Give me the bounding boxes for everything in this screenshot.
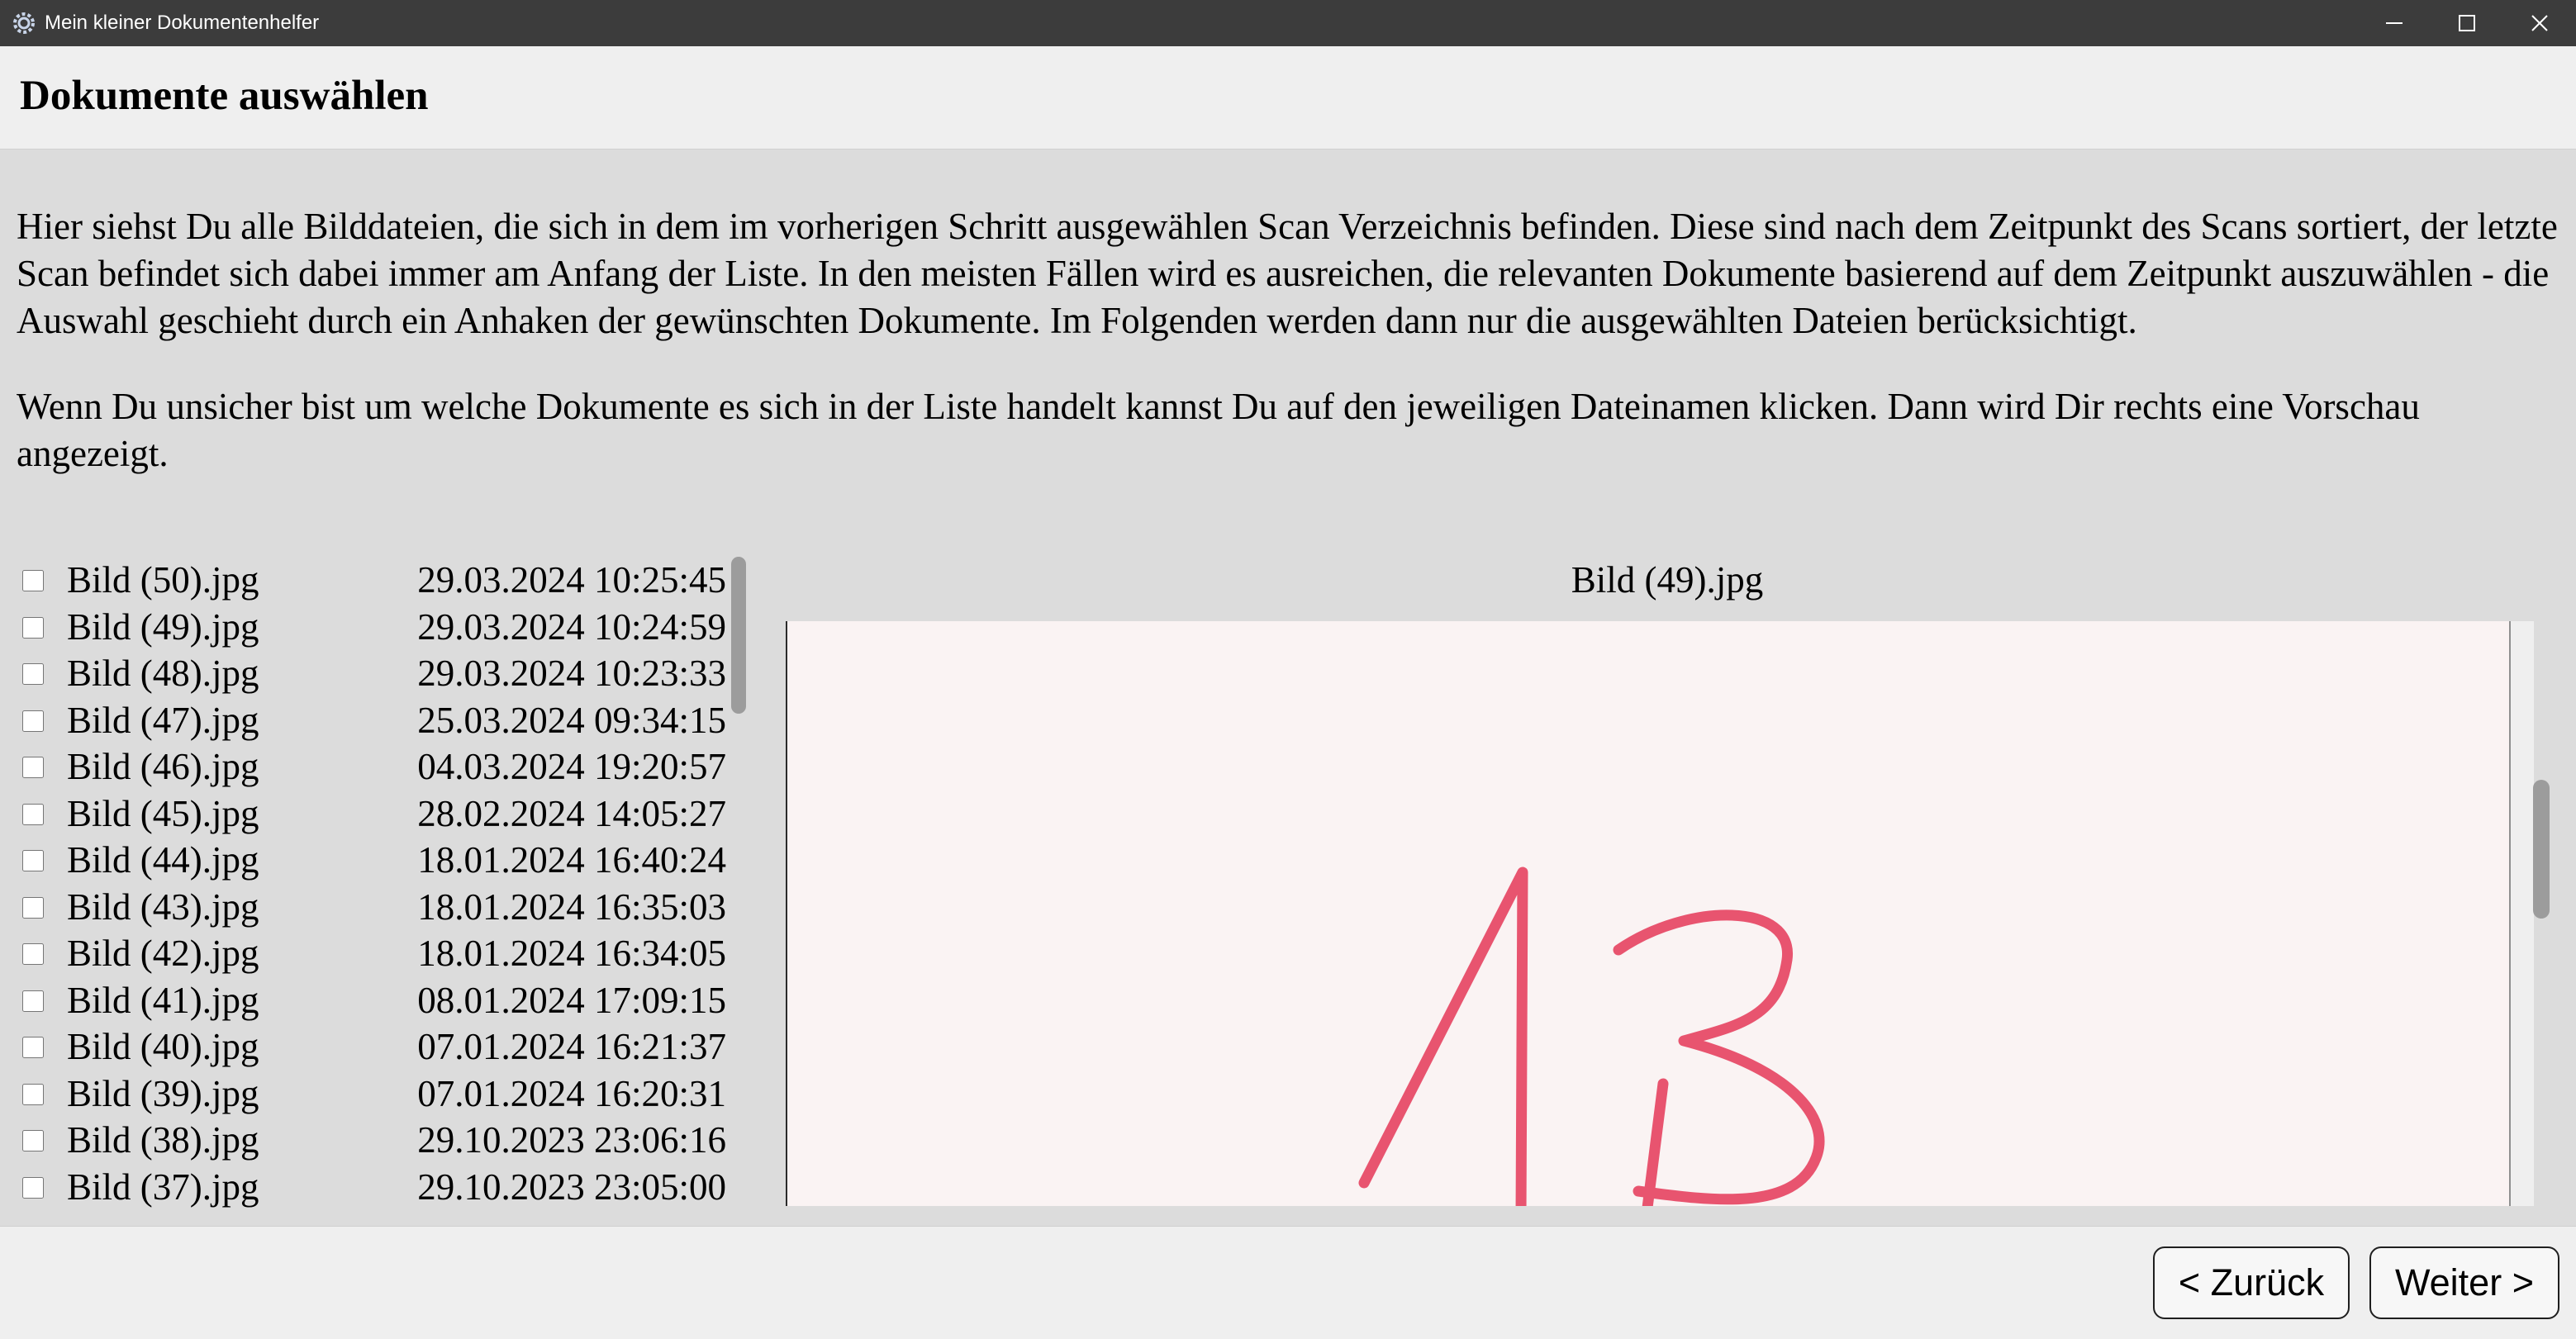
file-list-item[interactable]: Bild (44).jpg 18.01.2024 16:40:24 — [0, 837, 752, 884]
file-checkbox[interactable] — [22, 616, 44, 639]
file-date: 07.01.2024 16:20:31 — [417, 1072, 726, 1114]
file-list-item[interactable]: Bild (43).jpg 18.01.2024 16:35:03 — [0, 884, 752, 931]
intro-text: Hier siehst Du alle Bilddateien, die sic… — [17, 203, 2561, 477]
file-list-item[interactable]: Bild (38).jpg 29.10.2023 23:06:16 — [0, 1117, 752, 1164]
page-header: Dokumente auswählen — [0, 46, 2576, 150]
file-checkbox[interactable] — [22, 803, 44, 825]
file-list-item[interactable]: Bild (49).jpg 29.03.2024 10:24:59 — [0, 604, 752, 651]
file-list-item[interactable]: Bild (40).jpg 07.01.2024 16:21:37 — [0, 1023, 752, 1071]
file-checkbox[interactable] — [22, 663, 44, 685]
file-name-link[interactable]: Bild (45).jpg — [67, 791, 259, 837]
file-checkbox[interactable] — [22, 570, 44, 591]
gear-icon — [12, 11, 36, 36]
file-list-item[interactable]: Bild (47).jpg 25.03.2024 09:34:15 — [0, 697, 752, 744]
file-name-link[interactable]: Bild (50).jpg — [67, 557, 259, 603]
file-checkbox[interactable] — [22, 990, 44, 1012]
file-checkbox[interactable] — [22, 1083, 44, 1105]
preview-title: Bild (49).jpg — [1571, 559, 1764, 601]
file-date: 29.10.2023 23:05:00 — [417, 1166, 726, 1208]
preview-page-edge — [2509, 621, 2534, 1206]
file-checkbox[interactable] — [22, 1176, 44, 1199]
maximize-icon — [2459, 15, 2475, 31]
file-date: 04.03.2024 19:20:57 — [417, 746, 726, 787]
file-list-item[interactable]: Bild (42).jpg 18.01.2024 16:34:05 — [0, 930, 752, 977]
preview-scrollbar[interactable] — [2533, 780, 2550, 919]
window-title: Mein kleiner Dokumentenhelfer — [45, 12, 320, 34]
file-date: 25.03.2024 09:34:15 — [417, 699, 726, 741]
minimize-icon — [2386, 22, 2403, 24]
file-name-link[interactable]: Bild (46).jpg — [67, 743, 259, 790]
file-name-link[interactable]: Bild (42).jpg — [67, 930, 259, 976]
file-checkbox[interactable] — [22, 896, 44, 919]
file-list[interactable]: Bild (50).jpg 29.03.2024 10:25:45 Bild (49… — [0, 557, 752, 1221]
file-list-item[interactable]: Bild (48).jpg 29.03.2024 10:23:33 — [0, 650, 752, 697]
file-date: 29.03.2024 10:24:59 — [417, 605, 726, 648]
title-bar: Mein kleiner Dokumentenhelfer — [0, 0, 2576, 46]
file-date: 18.01.2024 16:40:24 — [417, 839, 726, 881]
close-icon — [2531, 15, 2548, 31]
file-date: 07.01.2024 16:21:37 — [417, 1026, 726, 1067]
file-name-link[interactable]: Bild (37).jpg — [67, 1164, 259, 1210]
file-date: 28.02.2024 14:05:27 — [417, 792, 726, 834]
file-checkbox[interactable] — [22, 710, 44, 732]
file-name-link[interactable]: Bild (47).jpg — [67, 697, 259, 743]
file-name-link[interactable]: Bild (41).jpg — [67, 977, 259, 1023]
minimize-button[interactable] — [2358, 0, 2431, 46]
file-name-link[interactable]: Bild (40).jpg — [67, 1023, 259, 1070]
file-list-item[interactable]: Bild (50).jpg 29.03.2024 10:25:45 — [0, 557, 752, 604]
intro-paragraph-2: Wenn Du unsicher bist um welche Dokument… — [17, 386, 2420, 474]
file-date: 29.10.2023 23:06:16 — [417, 1119, 726, 1161]
file-date: 29.03.2024 10:23:33 — [417, 653, 726, 694]
file-list-item[interactable]: Bild (39).jpg 07.01.2024 16:20:31 — [0, 1071, 752, 1118]
file-name-link[interactable]: Bild (49).jpg — [67, 604, 259, 650]
file-name-link[interactable]: Bild (43).jpg — [67, 884, 259, 930]
file-name-link[interactable]: Bild (48).jpg — [67, 650, 259, 696]
intro-paragraph-1: Hier siehst Du alle Bilddateien, die sic… — [17, 206, 2558, 341]
file-date: 29.03.2024 10:25:45 — [417, 559, 726, 601]
file-name-link[interactable]: Bild (44).jpg — [67, 837, 259, 883]
file-list-scrollbar[interactable] — [731, 557, 746, 714]
handwriting-preview — [1358, 867, 1825, 1206]
next-button[interactable]: Weiter > — [2369, 1246, 2559, 1319]
file-name-link[interactable]: Bild (39).jpg — [67, 1071, 259, 1117]
close-button[interactable] — [2503, 0, 2576, 46]
file-date: 08.01.2024 17:09:15 — [417, 979, 726, 1021]
file-checkbox[interactable] — [22, 1130, 44, 1151]
file-name-link[interactable]: Bild (38).jpg — [67, 1117, 259, 1163]
file-list-item[interactable]: Bild (37).jpg 29.10.2023 23:05:00 — [0, 1164, 752, 1211]
maximize-button[interactable] — [2431, 0, 2503, 46]
preview-image — [786, 621, 2534, 1206]
file-date: 18.01.2024 16:34:05 — [417, 933, 726, 974]
file-list-item[interactable]: Bild (41).jpg 08.01.2024 17:09:15 — [0, 977, 752, 1024]
file-date: 18.01.2024 16:35:03 — [417, 886, 726, 928]
file-list-item[interactable]: Bild (46).jpg 04.03.2024 19:20:57 — [0, 743, 752, 791]
footer-bar: < Zurück Weiter > — [0, 1226, 2576, 1339]
file-checkbox[interactable] — [22, 1037, 44, 1058]
page-title: Dokumente auswählen — [20, 73, 429, 119]
file-checkbox[interactable] — [22, 943, 44, 965]
file-list-item[interactable]: Bild (45).jpg 28.02.2024 14:05:27 — [0, 791, 752, 838]
back-button[interactable]: < Zurück — [2153, 1246, 2350, 1319]
file-checkbox[interactable] — [22, 757, 44, 778]
handwritten-one-stroke — [1358, 867, 1528, 1206]
file-checkbox[interactable] — [22, 850, 44, 871]
